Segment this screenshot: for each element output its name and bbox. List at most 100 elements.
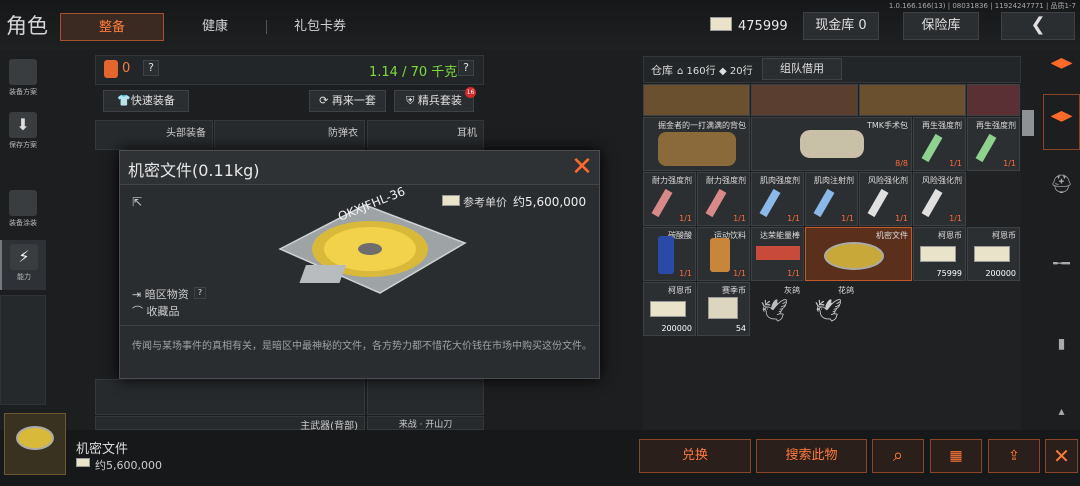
sidebar-item-loadout[interactable]: 装备方案	[0, 55, 46, 105]
item-count: 1/1	[787, 269, 800, 278]
item-count: 1/1	[949, 159, 962, 168]
clapper-icon[interactable]: ▦	[930, 439, 982, 473]
category-tag-label: 暗区物资	[144, 288, 189, 301]
help-icon[interactable]: ?	[143, 60, 159, 76]
slot-primary-weapon[interactable]	[95, 379, 365, 415]
team-loan-button[interactable]: 组队借用	[762, 58, 842, 80]
item-count: 1/1	[679, 269, 692, 278]
backpack-item-top[interactable]	[643, 84, 750, 116]
list-item[interactable]: 掘金者的一打满满的背包	[643, 117, 750, 171]
scrollbar-thumb[interactable]	[1022, 110, 1034, 136]
list-item[interactable]: 花鸽 🕊	[805, 282, 858, 336]
cash-vault-button[interactable]: 现金库 0	[803, 12, 879, 40]
list-item[interactable]: 柯恩币 200000	[967, 227, 1020, 281]
item-name: 花鸽	[838, 286, 854, 295]
list-item[interactable]: 肌肉注射剂 1/1	[805, 172, 858, 226]
list-item[interactable]: 再生强度剂 1/1	[913, 117, 966, 171]
vest-icon	[9, 59, 37, 85]
list-item[interactable]: 柯恩币 75999	[913, 227, 966, 281]
quick-equip-button[interactable]: 👕快速装备	[103, 90, 189, 112]
safe-vault-button[interactable]: 保险库	[903, 12, 979, 40]
item-count: 75999	[936, 269, 962, 278]
help-icon[interactable]: ?	[194, 287, 206, 299]
list-item[interactable]: 再生强度剂 1/1	[967, 117, 1020, 171]
share-icon[interactable]: ⇱	[132, 195, 142, 209]
list-item[interactable]: 赛季币 54	[697, 282, 750, 336]
item-count: 1/1	[1003, 159, 1016, 168]
selected-item-name: 机密文件	[76, 442, 129, 457]
back-arrow-icon[interactable]: ❮	[1001, 12, 1075, 40]
help-icon[interactable]: ?	[458, 60, 474, 76]
list-item[interactable]: 达荣能量棒 1/1	[751, 227, 804, 281]
reequip-button[interactable]: ⟳ 再来一套	[309, 90, 386, 112]
search-icon[interactable]: ⌕	[872, 439, 924, 473]
warehouse-rows-2: ◆ 20行	[719, 62, 753, 77]
bag-item-top[interactable]	[967, 84, 1020, 116]
shirt-icon: 👕	[117, 94, 131, 107]
tab-health[interactable]: 健康	[165, 13, 265, 41]
exchange-button[interactable]: 兑换	[639, 439, 751, 473]
drink-icon	[710, 238, 730, 272]
item-name: 机密文件	[876, 231, 908, 240]
upload-icon[interactable]: ⇪	[988, 439, 1040, 473]
item-count: 1/1	[733, 214, 746, 223]
close-icon[interactable]: ✕	[567, 153, 597, 183]
slot-label: 头部装备	[166, 128, 206, 139]
list-item[interactable]: 肌肉强度剂 1/1	[751, 172, 804, 226]
rifle-icon[interactable]: ╾━	[1043, 256, 1080, 302]
backpack-item-top[interactable]	[859, 84, 966, 116]
layers-icon[interactable]	[1043, 94, 1080, 150]
list-item[interactable]: TMK手术包 8/8	[751, 117, 912, 171]
list-item[interactable]: 柯恩币 200000	[643, 282, 696, 336]
tag-icon: ◆	[719, 66, 730, 77]
slot-head[interactable]: 头部装备	[95, 120, 213, 150]
tab-gift-cards[interactable]: 礼包卡券	[268, 13, 372, 41]
syringe-icon	[921, 133, 943, 163]
warehouse-rows-1: ⌂ 160行	[677, 62, 716, 77]
rows-label: 20行	[729, 66, 753, 77]
search-item-button[interactable]: 搜索此物	[756, 439, 867, 473]
document-disc-icon	[824, 242, 884, 270]
sidebar-item-label: 保存方案	[9, 141, 37, 149]
bag-item-top[interactable]	[751, 84, 858, 116]
lightning-icon: ⚡	[10, 244, 38, 270]
item-name: 再生强度剂	[922, 121, 962, 130]
syringe-icon	[975, 133, 997, 163]
slot-melee[interactable]	[367, 379, 484, 415]
list-item[interactable]: 耐力强度剂 1/1	[697, 172, 750, 226]
collection-label: 收藏品	[146, 305, 180, 318]
cash-icon	[76, 458, 90, 467]
stack-icon[interactable]	[1043, 52, 1080, 98]
cash-icon	[974, 246, 1010, 262]
sidebar-item-save-loadout[interactable]: ⬇ 保存方案	[0, 108, 46, 158]
item-name: 肌肉注射剂	[814, 176, 854, 185]
category-tag[interactable]: ⇥ 暗区物资	[132, 286, 189, 302]
magazine-icon[interactable]: ▮	[1043, 336, 1080, 382]
list-item[interactable]: 风险强化剂 1/1	[913, 172, 966, 226]
list-item[interactable]: 运动饮料 1/1	[697, 227, 750, 281]
item-name: 掘金者的一打满满的背包	[658, 121, 746, 130]
backpack-icon	[104, 60, 118, 78]
sidebar-item-ability[interactable]: ⚡ 能力	[0, 240, 46, 290]
item-description: 传闻与某场事件的真相有关，是暗区中最神秘的文件，各方势力都不惜花大价钱在市场中购…	[132, 341, 592, 352]
slot-earpiece[interactable]: 耳机	[367, 120, 484, 150]
elite-kit-label: 精兵套装	[417, 94, 462, 107]
item-count: 200000	[661, 324, 692, 333]
syringe-icon	[651, 188, 673, 218]
popup-title: 机密文件(0.11kg)	[128, 161, 260, 180]
list-item[interactable]: 风险强化剂 1/1	[859, 172, 912, 226]
sidebar-item-skins[interactable]: 装备涂装	[0, 186, 46, 236]
list-item-selected[interactable]: 机密文件	[805, 227, 912, 281]
list-item[interactable]: 灰鸽 🕊	[751, 282, 804, 336]
slot-melee-label-bar: 来战 · 开山刀	[367, 416, 484, 430]
helmet-icon[interactable]: ⛑	[1043, 174, 1080, 220]
item-name: 耐力强度剂	[706, 176, 746, 185]
sidebar-item-label: 能力	[17, 273, 31, 281]
list-item[interactable]: 耐力强度剂 1/1	[643, 172, 696, 226]
close-icon[interactable]: ✕	[1045, 439, 1078, 473]
elite-kit-button[interactable]: ⛨ 精兵套装	[394, 90, 474, 112]
tab-equip[interactable]: 整备	[60, 13, 164, 41]
item-count: 1/1	[895, 214, 908, 223]
list-item[interactable]: 碳酸酸 1/1	[643, 227, 696, 281]
slot-armor[interactable]: 防弹衣	[214, 120, 365, 150]
